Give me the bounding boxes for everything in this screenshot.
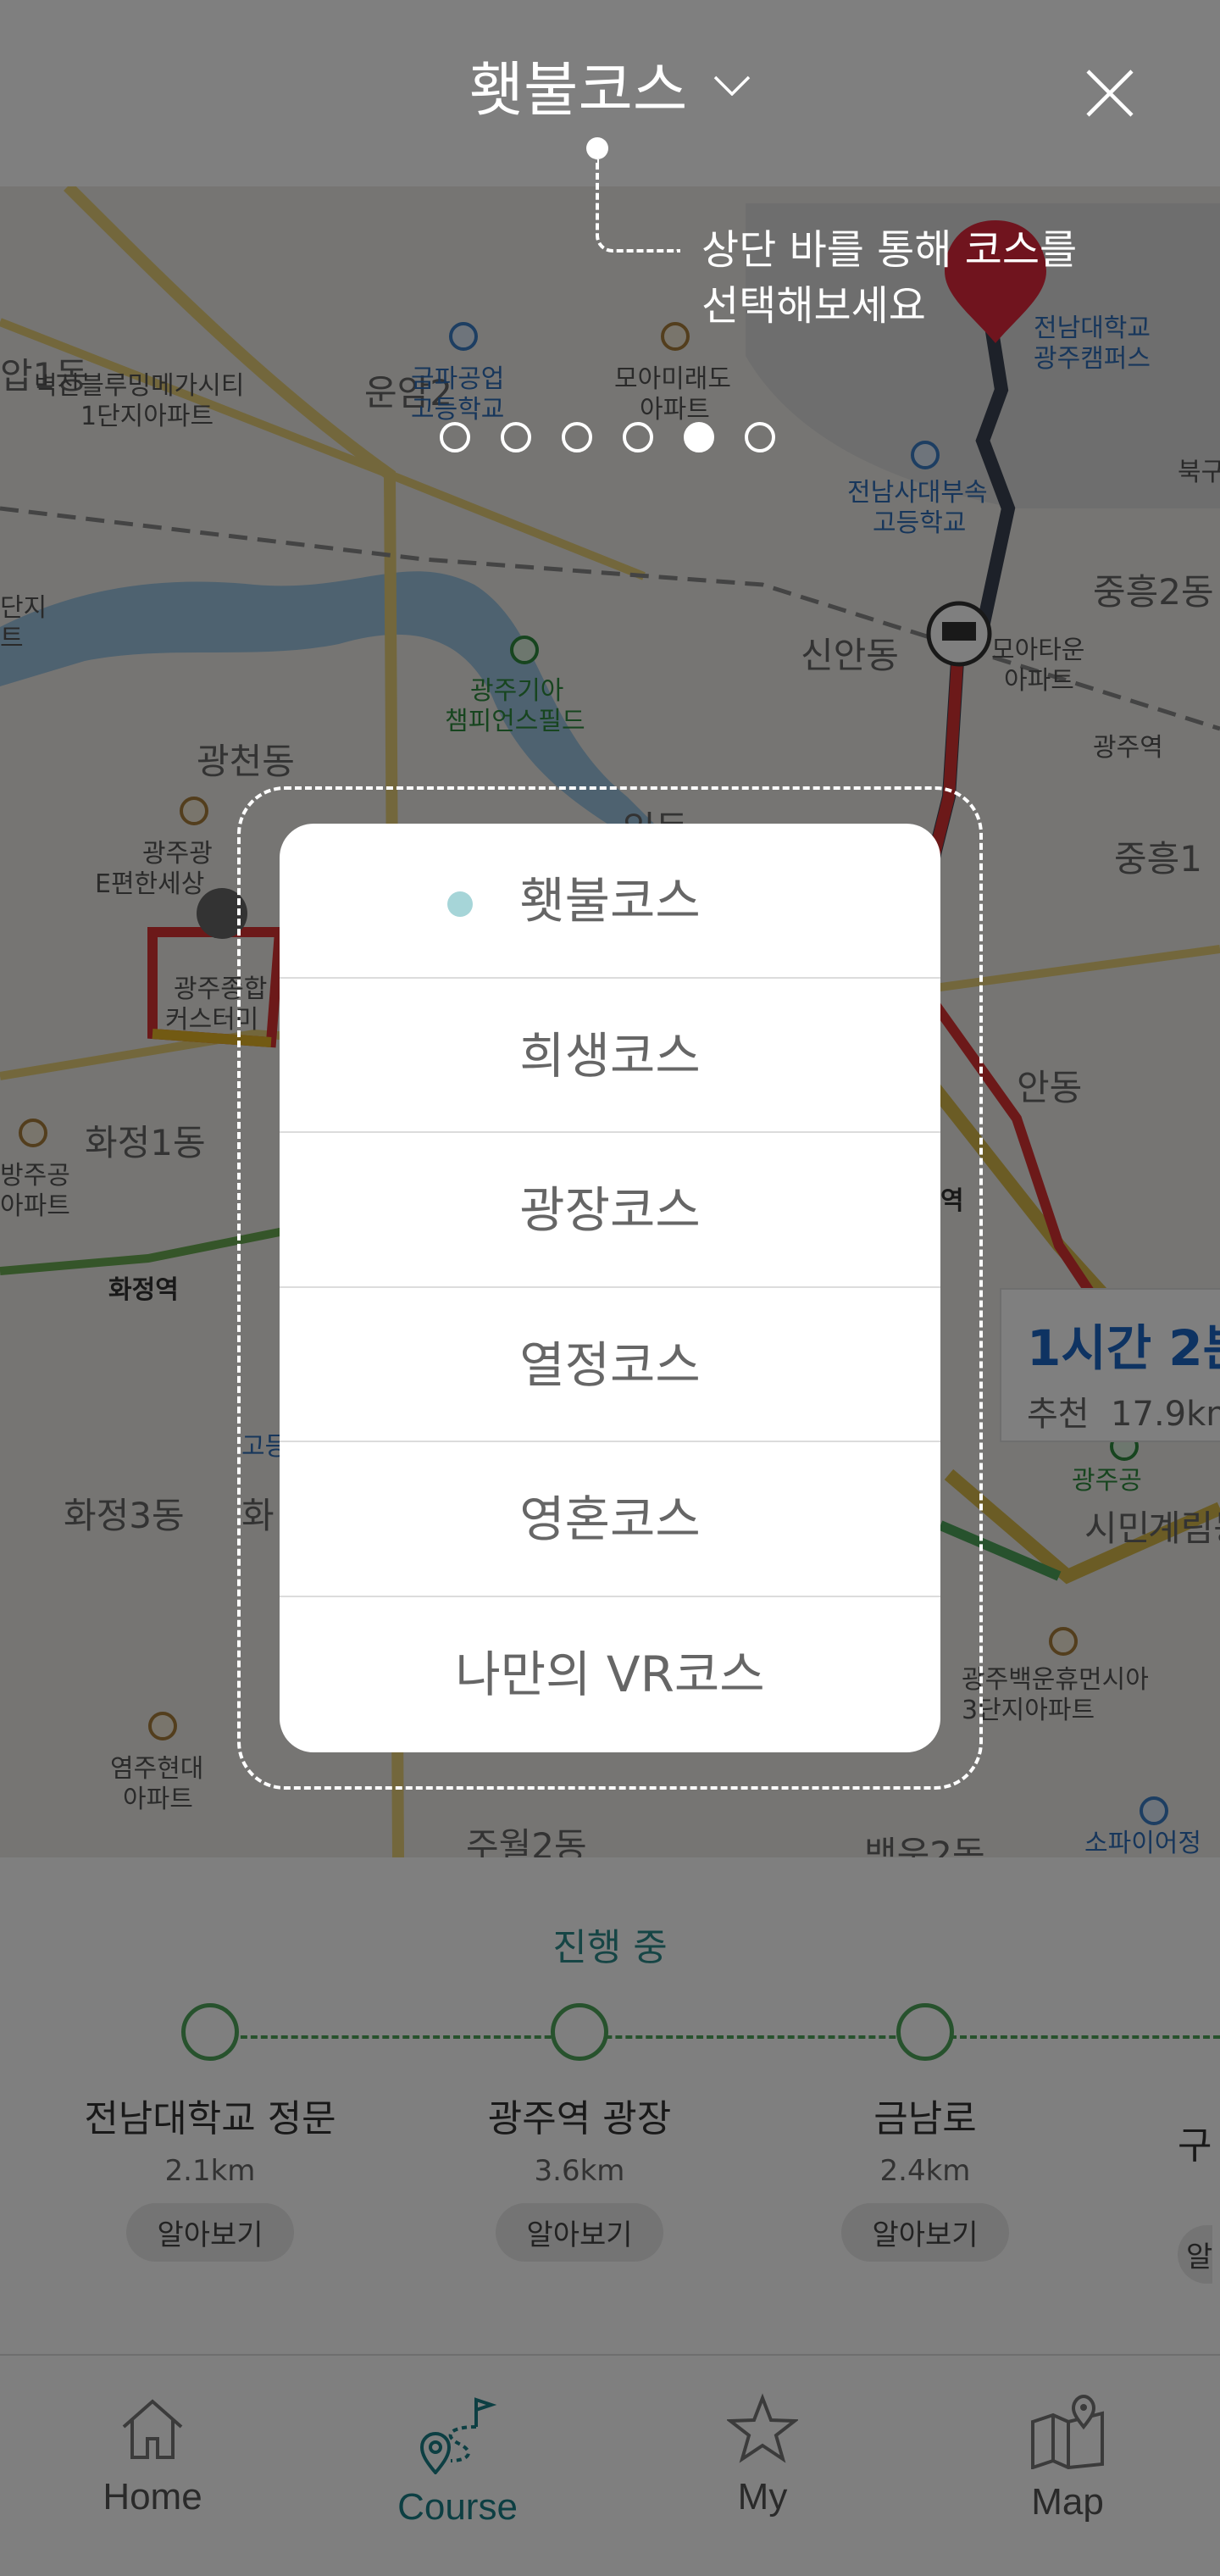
course-option-label: 나만의 VR코스: [455, 1645, 765, 1703]
course-option-torch[interactable]: 횃불코스: [280, 824, 940, 979]
pager-dot: [745, 422, 775, 452]
selected-dot-icon: [447, 891, 473, 917]
hint-pointer-dot: [586, 137, 608, 159]
coach-hint: 상단 바를 통해 코스를 선택해보세요: [702, 222, 1077, 334]
course-option-label: 희생코스: [519, 1026, 701, 1085]
course-option-my-vr[interactable]: 나만의 VR코스: [280, 1597, 940, 1752]
pager-dot-active: [684, 422, 714, 452]
course-option-passion[interactable]: 열정코스: [280, 1288, 940, 1443]
course-option-label: 횃불코스: [519, 872, 701, 930]
course-option-label: 열정코스: [519, 1335, 701, 1394]
hint-pointer-line: [596, 159, 680, 253]
course-option-soul[interactable]: 영혼코스: [280, 1442, 940, 1597]
page-indicator: [440, 422, 775, 452]
chevron-down-icon: [714, 75, 751, 96]
hint-line: 선택해보세요: [702, 282, 926, 330]
course-select-menu: 횃불코스 희생코스 광장코스 열정코스 영혼코스 나만의 VR코스: [280, 824, 940, 1752]
course-option-label: 영혼코스: [519, 1491, 701, 1549]
hint-line: 상단 바를 통해 코스를: [702, 226, 1078, 274]
course-option-plaza[interactable]: 광장코스: [280, 1133, 940, 1288]
pager-dot: [440, 422, 470, 452]
course-option-sacrifice[interactable]: 희생코스: [280, 979, 940, 1134]
pager-dot: [623, 422, 653, 452]
course-title-dropdown[interactable]: 횃불코스: [0, 42, 1220, 128]
pager-dot: [562, 422, 592, 452]
pager-dot: [501, 422, 531, 452]
course-title: 횃불코스: [469, 55, 688, 125]
course-option-label: 광장코스: [519, 1181, 701, 1240]
close-icon[interactable]: [1076, 59, 1144, 127]
